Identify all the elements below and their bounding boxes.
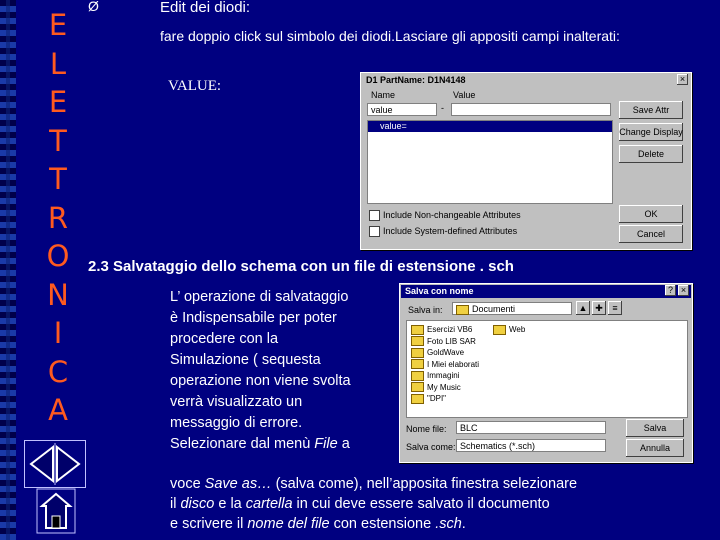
list-item[interactable]: I Miei elaborati — [411, 359, 479, 371]
save-as-dialog: Salva con nome ? × Salva in: Documenti ▲… — [399, 283, 693, 463]
checkbox-label: Include Non-changeable Attributes — [383, 210, 521, 220]
list-item[interactable]: "DPI" — [411, 393, 479, 405]
section1-heading: Edit dei diodi: — [160, 0, 251, 16]
side-letter: I — [53, 316, 63, 350]
section2-paragraph: L’ operazione di salvataggio è Indispens… — [170, 287, 400, 455]
list-item[interactable]: Web — [493, 324, 525, 336]
folder-icon — [411, 347, 424, 358]
checkbox-label: Include System-defined Attributes — [383, 226, 518, 236]
save-in-label: Salva in: — [408, 305, 443, 315]
folder-icon — [411, 393, 424, 404]
vertical-title: E L E T T R O N I C A — [40, 6, 76, 430]
para-line: e scrivere il nome del file con estensio… — [170, 516, 466, 532]
side-letter: T — [49, 162, 67, 196]
side-letter: L — [49, 46, 67, 81]
para-line: verrà visualizzato un — [170, 394, 303, 410]
section2-tail: voce Save as… (salva come), nell’apposit… — [170, 474, 690, 534]
name-label: Name — [371, 90, 396, 100]
save-attr-button[interactable]: Save Attr — [619, 101, 683, 119]
section1-instruction: fare doppio click sul simbolo dei diodi.… — [160, 28, 620, 44]
dialog-title: Salva con nome — [401, 285, 691, 298]
up-folder-button[interactable]: ▲ — [576, 301, 590, 315]
nav-group — [24, 440, 86, 488]
para-line: voce Save as… (salva come), nell’apposit… — [170, 476, 578, 492]
folder-icon — [493, 324, 506, 335]
help-button[interactable]: ? — [665, 285, 676, 296]
bullet-icon: Ø — [88, 0, 99, 14]
file-list[interactable]: Esercizi VB6 Foto LIB SAR GoldWave I Mie… — [406, 320, 688, 418]
list-item[interactable]: value= — [368, 121, 612, 132]
list-item[interactable]: Esercizi VB6 — [411, 324, 479, 336]
folder-icon — [411, 324, 424, 335]
list-view-button[interactable]: ≡ — [608, 301, 622, 315]
name-field[interactable]: value — [367, 103, 437, 116]
para-line: Selezionare dal menù File a — [170, 436, 350, 452]
folder-icon — [411, 359, 424, 370]
list-item[interactable]: Foto LIB SAR — [411, 336, 479, 348]
folder-icon — [456, 304, 469, 315]
filetype-label: Salva come: — [406, 442, 456, 452]
filetype-select[interactable]: Schematics (*.sch) — [456, 439, 606, 452]
side-letter: E — [48, 8, 68, 42]
filename-input[interactable]: BLC — [456, 421, 606, 434]
side-letter: R — [47, 200, 69, 235]
list-item[interactable]: Immagini — [411, 370, 479, 382]
section2-heading: 2.3 Salvataggio dello schema con un file… — [88, 258, 514, 275]
save-button[interactable]: Salva — [626, 419, 684, 437]
dialog-title: D1 PartName: D1N4148 — [362, 74, 690, 87]
para-line: procedere con la — [170, 331, 279, 347]
close-button[interactable]: × — [677, 74, 688, 85]
cancel-button[interactable]: Cancel — [619, 225, 683, 243]
prev-arrow-icon — [29, 444, 54, 484]
delete-button[interactable]: Delete — [619, 145, 683, 163]
side-letter: E — [48, 85, 68, 119]
home-button[interactable] — [36, 488, 76, 534]
side-letter: O — [46, 239, 70, 273]
nav-arrows-icon — [29, 443, 81, 485]
side-letter: N — [47, 277, 69, 312]
next-arrow-icon — [56, 444, 81, 484]
edit-attributes-dialog: D1 PartName: D1N4148 × Name Value value … — [360, 72, 692, 250]
para-line: Simulazione ( sequesta — [170, 352, 321, 368]
new-folder-button[interactable]: ✚ — [592, 301, 606, 315]
value-col-label: Value — [453, 90, 476, 100]
separator-dash: - — [441, 103, 444, 113]
value-label: VALUE: — [168, 78, 222, 94]
para-line: è Indispensabile per poter — [170, 310, 337, 326]
side-letter: A — [48, 393, 68, 427]
include-nonchangeable-checkbox[interactable] — [369, 210, 380, 221]
side-letter: C — [47, 354, 69, 389]
decorative-stripe-inner — [6, 0, 10, 540]
save-in-select[interactable]: Documenti — [452, 302, 572, 315]
ok-button[interactable]: OK — [619, 205, 683, 223]
include-system-checkbox[interactable] — [369, 226, 380, 237]
cancel-button[interactable]: Annulla — [626, 439, 684, 457]
list-item[interactable]: GoldWave — [411, 347, 479, 359]
para-line: operazione non viene svolta — [170, 373, 351, 389]
side-letter: T — [49, 123, 67, 158]
filename-label: Nome file: — [406, 424, 447, 434]
change-display-button[interactable]: Change Display — [619, 123, 683, 141]
folder-icon — [411, 370, 424, 381]
folder-icon — [411, 336, 424, 347]
value-field[interactable] — [451, 103, 611, 116]
para-line: L’ operazione di salvataggio — [170, 289, 349, 305]
home-icon — [36, 488, 76, 534]
folder-icon — [411, 382, 424, 393]
list-item[interactable]: My Music — [411, 382, 479, 394]
para-line: il disco e la cartella in cui deve esser… — [170, 496, 550, 512]
para-line: messaggio di errore. — [170, 415, 303, 431]
close-button[interactable]: × — [678, 285, 689, 296]
attributes-list[interactable]: value= — [367, 120, 613, 204]
